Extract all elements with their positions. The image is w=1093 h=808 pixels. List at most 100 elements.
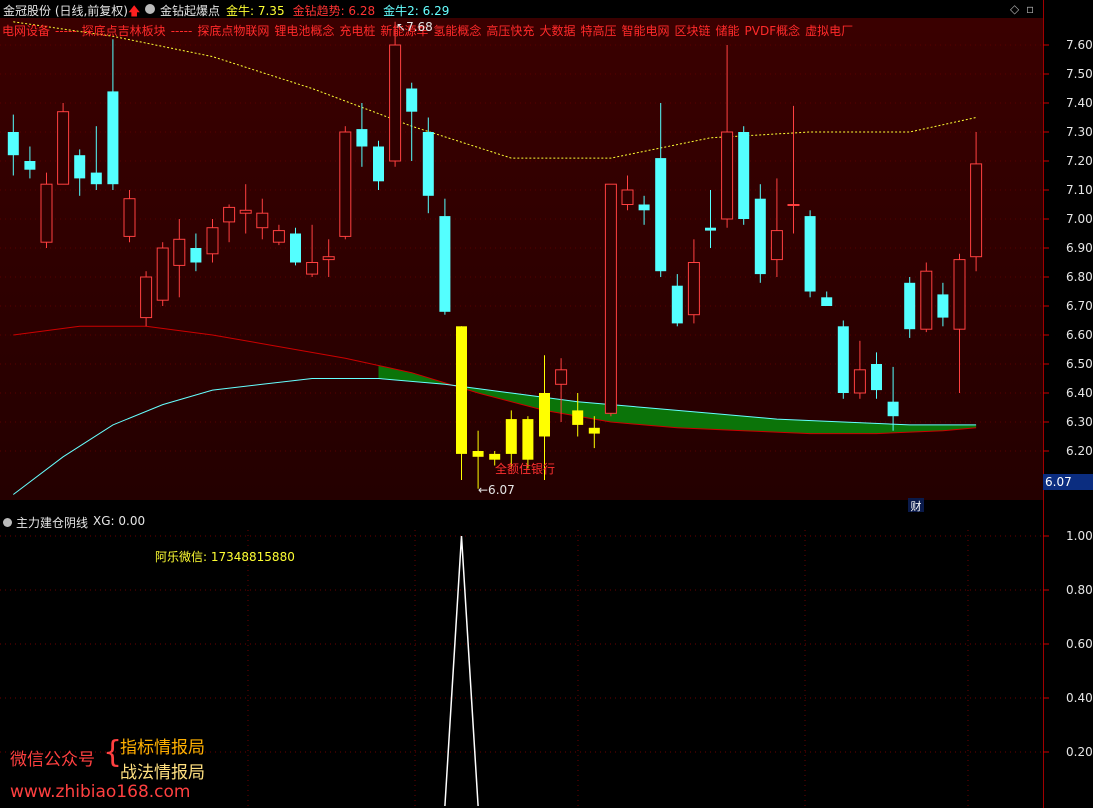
concept-item[interactable]: PVDF概念 xyxy=(745,24,801,38)
candle-body xyxy=(871,364,882,391)
indicator-tick-label: 0.20 xyxy=(1066,745,1093,759)
indicator-title: 主力建仓阴线 xyxy=(16,516,89,530)
header-values: 金牛: 7.35 金钻趋势: 6.28 金牛2: 6.29 xyxy=(226,2,457,19)
header-value-2: 金牛2: 6.29 xyxy=(383,4,450,18)
contact-note: 阿乐微信: 17348815880 xyxy=(155,550,295,564)
price-tick-label: 6.30 xyxy=(1066,415,1093,429)
watermark-left: 微信公众号 xyxy=(10,750,95,770)
candle-body xyxy=(770,230,783,261)
concept-item[interactable]: 探底点物联网 xyxy=(197,24,269,38)
chevron-down-icon[interactable] xyxy=(3,518,12,527)
watermark-line2: 战法情报局 xyxy=(120,763,205,783)
candle-body xyxy=(588,427,600,434)
candle-body xyxy=(57,111,70,185)
candle-body xyxy=(223,206,236,223)
concept-item[interactable]: 高压快充 xyxy=(486,24,534,38)
candle-body xyxy=(422,132,434,196)
candle-body xyxy=(290,233,301,263)
candle-body xyxy=(322,256,335,261)
candle-body xyxy=(489,453,501,460)
up-arrow-icon: 🡅 xyxy=(128,4,141,18)
candle-body xyxy=(339,131,352,237)
chevron-down-icon[interactable] xyxy=(145,4,155,14)
header-value-0: 金牛: 7.35 xyxy=(226,4,285,18)
candle-body xyxy=(754,198,766,275)
indicator-name: 金钻起爆点 xyxy=(160,4,221,18)
xg-value: XG: 0.00 xyxy=(93,514,146,528)
price-tick-label: 7.00 xyxy=(1066,212,1093,226)
concept-item[interactable]: ----- xyxy=(55,24,77,38)
concept-item[interactable]: 充电桩 xyxy=(339,24,375,38)
high-label: 7.68 xyxy=(406,20,433,34)
candle-body xyxy=(953,259,966,330)
high-marker: ↖7.68 xyxy=(396,20,433,34)
current-price-tag: 6.07 xyxy=(1043,474,1093,490)
candle-body xyxy=(821,297,833,306)
indicator-tick-label: 1.00 xyxy=(1066,529,1093,543)
candle-body xyxy=(853,369,866,394)
price-tick-label: 6.60 xyxy=(1066,328,1093,342)
candle-body xyxy=(522,419,534,460)
concept-item[interactable]: 大数据 xyxy=(539,24,575,38)
candle-body xyxy=(721,131,734,220)
maximize-icon[interactable]: ▫ xyxy=(1026,2,1034,16)
price-tick-label: 7.10 xyxy=(1066,183,1093,197)
concept-item[interactable]: 特高压 xyxy=(580,24,616,38)
candle-body xyxy=(123,198,136,237)
candle-body xyxy=(389,44,402,162)
candle-body xyxy=(970,163,983,258)
candle-body xyxy=(687,262,700,316)
series-line-jinzuan-trend xyxy=(13,325,977,435)
candle-body xyxy=(920,270,933,330)
concept-item[interactable]: 氢能概念 xyxy=(433,24,481,38)
low-label: ←6.07 xyxy=(478,483,515,497)
candle-body xyxy=(40,183,53,243)
candle-body xyxy=(256,212,269,229)
concept-item[interactable]: 智能电网 xyxy=(621,24,669,38)
concept-item[interactable]: 锂电池概念 xyxy=(274,24,334,38)
candle-body xyxy=(406,88,418,112)
candle-body xyxy=(555,369,568,385)
candle-body xyxy=(604,183,617,414)
price-tick-label: 6.90 xyxy=(1066,241,1093,255)
candle-body xyxy=(655,158,667,272)
candle-body xyxy=(140,276,153,319)
arrow-icon: ↖ xyxy=(396,20,407,34)
price-tick-label: 7.50 xyxy=(1066,67,1093,81)
candle-body xyxy=(621,189,634,205)
candle-body xyxy=(107,91,119,185)
price-tick-label: 6.20 xyxy=(1066,444,1093,458)
fin-marker[interactable]: 财 xyxy=(908,498,924,513)
price-tick-label: 7.40 xyxy=(1066,96,1093,110)
candle-body xyxy=(787,204,800,206)
candle-body xyxy=(306,262,319,275)
candle-body xyxy=(904,282,916,330)
stock-label: 全额住银行 xyxy=(495,462,556,476)
concept-item[interactable]: 区块链 xyxy=(674,24,710,38)
candle-body xyxy=(173,238,186,266)
candle-body xyxy=(239,209,252,214)
chart-canvas[interactable]: 7.60 7.50 7.40 7.30 7.20 7.10 7.00 6.90 6.80 6.70… xyxy=(0,0,1093,808)
header-value-1: 金钻趋势: 6.28 xyxy=(292,4,376,18)
concept-item[interactable]: 储能 xyxy=(716,24,740,38)
concept-item[interactable]: 电网设备 xyxy=(2,24,50,38)
concept-item[interactable]: 虚拟电厂 xyxy=(805,24,853,38)
concept-item[interactable]: 探底点吉林板块 xyxy=(82,24,166,38)
candle-body xyxy=(638,204,650,211)
candle-body xyxy=(572,410,584,425)
candle-body xyxy=(505,419,517,454)
watermark-line1: 指标情报局 xyxy=(120,738,205,758)
candle-body xyxy=(90,172,102,185)
candle-body xyxy=(472,451,484,457)
candle-body xyxy=(837,326,849,393)
price-tick-label: 7.60 xyxy=(1066,38,1093,52)
candle-body xyxy=(272,230,285,243)
diamond-icon[interactable]: ◇ xyxy=(1010,2,1019,16)
concept-item[interactable]: ----- xyxy=(171,24,193,38)
price-tick-label: 6.80 xyxy=(1066,270,1093,284)
indicator-tick-label: 0.40 xyxy=(1066,691,1093,705)
candle-body xyxy=(804,216,816,292)
candle-body xyxy=(206,227,219,255)
candle-body xyxy=(439,216,451,312)
price-tick-label: 7.20 xyxy=(1066,154,1093,168)
